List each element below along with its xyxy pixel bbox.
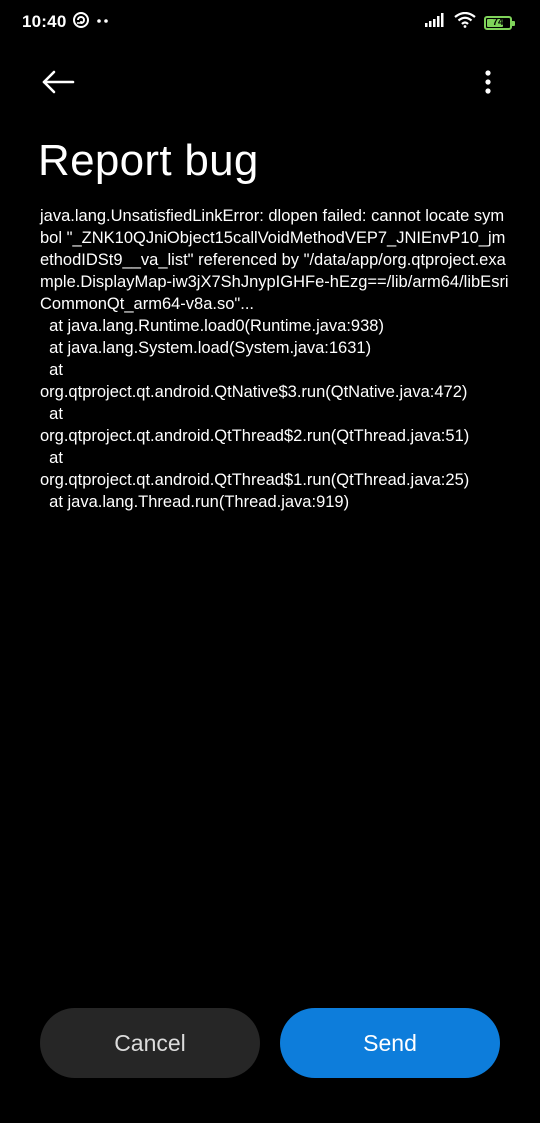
status-time: 10:40 <box>22 12 67 31</box>
back-arrow-icon <box>41 70 75 99</box>
status-right-icons: 74 <box>424 11 515 33</box>
battery-level: 74 <box>492 17 504 28</box>
signal-icon <box>424 12 446 33</box>
page-title: Report bug <box>38 136 259 185</box>
more-vert-icon <box>484 69 492 100</box>
battery-icon: 74 <box>484 15 515 30</box>
app-bar <box>0 56 540 112</box>
status-bar: 10:40 74 <box>0 0 540 46</box>
more-options-button[interactable] <box>476 66 500 102</box>
sync-icon <box>72 11 90 34</box>
send-button[interactable]: Send <box>280 1008 500 1078</box>
cancel-button[interactable]: Cancel <box>40 1008 260 1078</box>
more-notifications-icon <box>96 11 110 34</box>
wifi-icon <box>454 11 476 33</box>
back-button[interactable] <box>34 66 82 102</box>
status-left-icons <box>72 11 110 34</box>
bug-report-log: java.lang.UnsatisfiedLinkError: dlopen f… <box>40 207 509 511</box>
